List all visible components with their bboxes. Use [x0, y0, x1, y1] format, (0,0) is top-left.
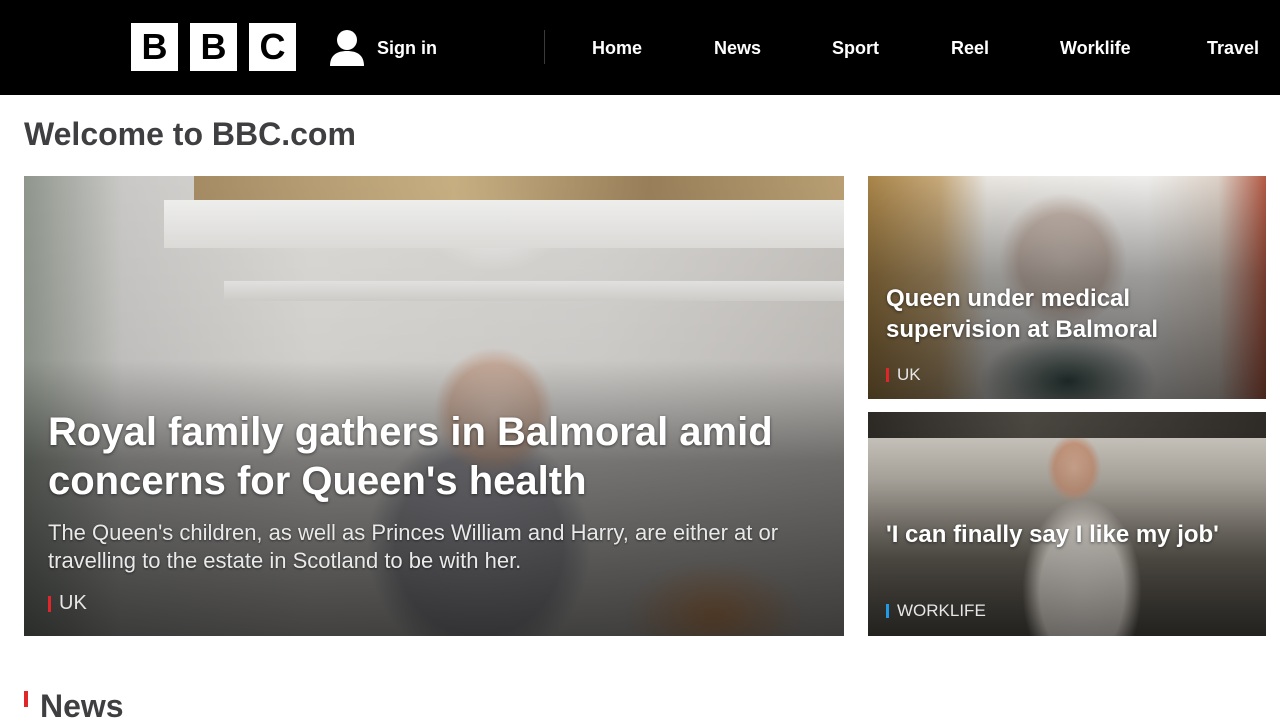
side-story-1-tag[interactable]: UK: [886, 365, 921, 385]
tag-accent-bar: [48, 595, 51, 612]
main-story-summary: The Queen's children, as well as Princes…: [48, 520, 779, 573]
nav-home[interactable]: Home: [592, 37, 642, 59]
side-story-2-tag[interactable]: WORKLIFE: [886, 601, 986, 621]
tag-label: UK: [59, 592, 87, 614]
logo-letter-c: C: [249, 23, 296, 71]
main-story-headline[interactable]: Royal family gathers in Balmoral amid co…: [48, 408, 828, 506]
tag-label: WORKLIFE: [897, 601, 986, 620]
bbc-logo[interactable]: B B C: [131, 23, 296, 71]
nav-reel[interactable]: Reel: [951, 37, 989, 59]
side-story-card-2[interactable]: 'I can finally say I like my job' WORKLI…: [868, 412, 1266, 636]
user-icon: [330, 30, 364, 66]
side-story-2-headline[interactable]: 'I can finally say I like my job': [886, 519, 1236, 550]
main-story-card[interactable]: Royal family gathers in Balmoral amid co…: [24, 176, 844, 636]
main-story-tag[interactable]: UK: [48, 592, 87, 615]
sign-in-label: Sign in: [377, 37, 437, 58]
news-section-heading: News: [24, 686, 124, 726]
section-accent-bar: [24, 691, 28, 707]
nav-travel[interactable]: Travel: [1207, 37, 1259, 59]
page-title: Welcome to BBC.com: [24, 116, 356, 152]
tag-accent-bar: [886, 604, 889, 618]
tag-label: UK: [897, 365, 921, 384]
section-title[interactable]: News: [40, 686, 124, 726]
sign-in-button[interactable]: Sign in: [329, 28, 437, 68]
top-navigation-bar: B B C Sign in Home News Sport Reel Workl…: [0, 0, 1280, 95]
logo-letter-b2: B: [190, 23, 237, 71]
logo-letter-b1: B: [131, 23, 178, 71]
nav-divider: [544, 30, 545, 64]
nav-news[interactable]: News: [714, 37, 761, 59]
nav-sport[interactable]: Sport: [832, 37, 879, 59]
tag-accent-bar: [886, 368, 889, 382]
nav-worklife[interactable]: Worklife: [1060, 37, 1131, 59]
side-story-1-headline[interactable]: Queen under medical supervision at Balmo…: [886, 283, 1256, 345]
side-story-card-1[interactable]: Queen under medical supervision at Balmo…: [868, 176, 1266, 399]
